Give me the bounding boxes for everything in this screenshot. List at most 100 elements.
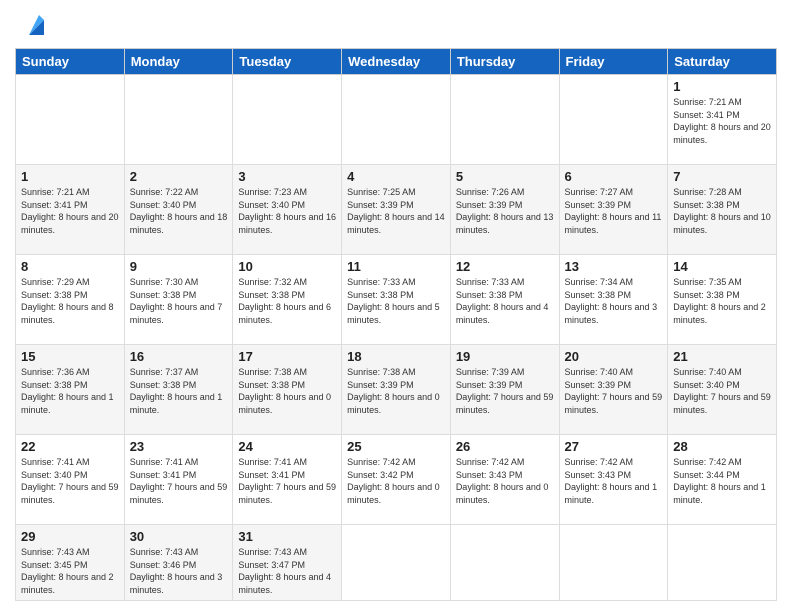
day-info: Sunrise: 7:22 AMSunset: 3:40 PMDaylight:… [130, 186, 228, 236]
day-number: 28 [673, 439, 771, 454]
calendar-header-monday: Monday [124, 49, 233, 75]
calendar-day-24: 24 Sunrise: 7:41 AMSunset: 3:41 PMDayligh… [233, 435, 342, 525]
day-number: 27 [565, 439, 663, 454]
calendar-day-7: 7Sunrise: 7:28 AMSunset: 3:38 PMDaylight… [668, 165, 777, 255]
calendar-day-4: 4 Sunrise: 7:25 AMSunset: 3:39 PMDaylight… [342, 165, 451, 255]
day-number: 24 [238, 439, 336, 454]
calendar-header-row: SundayMondayTuesdayWednesdayThursdayFrid… [16, 49, 777, 75]
day-info: Sunrise: 7:38 AMSunset: 3:39 PMDaylight:… [347, 366, 445, 416]
calendar-day-5: 5 Sunrise: 7:26 AMSunset: 3:39 PMDaylight… [450, 165, 559, 255]
day-info: Sunrise: 7:40 AMSunset: 3:40 PMDaylight:… [673, 366, 771, 416]
calendar-day-10: 10 Sunrise: 7:32 AMSunset: 3:38 PMDayligh… [233, 255, 342, 345]
day-info: Sunrise: 7:35 AMSunset: 3:38 PMDaylight:… [673, 276, 771, 326]
day-info: Sunrise: 7:41 AMSunset: 3:41 PMDaylight:… [238, 456, 336, 506]
calendar-table: SundayMondayTuesdayWednesdayThursdayFrid… [15, 48, 777, 601]
day-number: 8 [21, 259, 119, 274]
day-info: Sunrise: 7:39 AMSunset: 3:39 PMDaylight:… [456, 366, 554, 416]
calendar-day-6: 6 Sunrise: 7:27 AMSunset: 3:39 PMDaylight… [559, 165, 668, 255]
day-info: Sunrise: 7:42 AMSunset: 3:43 PMDaylight:… [456, 456, 554, 506]
day-number: 30 [130, 529, 228, 544]
day-number: 14 [673, 259, 771, 274]
calendar-day-19: 19 Sunrise: 7:39 AMSunset: 3:39 PMDayligh… [450, 345, 559, 435]
calendar-day-30: 30 Sunrise: 7:43 AMSunset: 3:46 PMDayligh… [124, 525, 233, 601]
day-number: 11 [347, 259, 445, 274]
calendar-header-wednesday: Wednesday [342, 49, 451, 75]
calendar-day-28: 28 Sunrise: 7:42 AMSunset: 3:44 PMDayligh… [668, 435, 777, 525]
day-info: Sunrise: 7:42 AMSunset: 3:42 PMDaylight:… [347, 456, 445, 506]
day-info: Sunrise: 7:33 AMSunset: 3:38 PMDaylight:… [456, 276, 554, 326]
calendar-week-5: 29Sunrise: 7:43 AMSunset: 3:45 PMDayligh… [16, 525, 777, 601]
calendar-header-thursday: Thursday [450, 49, 559, 75]
calendar-day-9: 9 Sunrise: 7:30 AMSunset: 3:38 PMDaylight… [124, 255, 233, 345]
empty-cell [233, 75, 342, 165]
day-number: 3 [238, 169, 336, 184]
calendar-day-15: 15Sunrise: 7:36 AMSunset: 3:38 PMDayligh… [16, 345, 125, 435]
day-number: 26 [456, 439, 554, 454]
day-number: 2 [130, 169, 228, 184]
day-number: 9 [130, 259, 228, 274]
day-number: 21 [673, 349, 771, 364]
calendar-header-tuesday: Tuesday [233, 49, 342, 75]
day-info: Sunrise: 7:38 AMSunset: 3:38 PMDaylight:… [238, 366, 336, 416]
calendar-day-31: 31 Sunrise: 7:43 AMSunset: 3:47 PMDayligh… [233, 525, 342, 601]
day-number: 18 [347, 349, 445, 364]
calendar-day-20: 20 Sunrise: 7:40 AMSunset: 3:39 PMDayligh… [559, 345, 668, 435]
day-number: 4 [347, 169, 445, 184]
day-number: 12 [456, 259, 554, 274]
day-number: 16 [130, 349, 228, 364]
day-info: Sunrise: 7:43 AMSunset: 3:47 PMDaylight:… [238, 546, 336, 596]
day-number: 31 [238, 529, 336, 544]
day-info: Sunrise: 7:23 AMSunset: 3:40 PMDaylight:… [238, 186, 336, 236]
day-number: 1 [21, 169, 119, 184]
calendar-day-11: 11 Sunrise: 7:33 AMSunset: 3:38 PMDayligh… [342, 255, 451, 345]
calendar-day-2: 2 Sunrise: 7:22 AMSunset: 3:40 PMDaylight… [124, 165, 233, 255]
day-info: Sunrise: 7:36 AMSunset: 3:38 PMDaylight:… [21, 366, 119, 416]
day-number: 5 [456, 169, 554, 184]
calendar-day-13: 13Sunrise: 7:34 AMSunset: 3:38 PMDayligh… [559, 255, 668, 345]
calendar-week-2: 8 Sunrise: 7:29 AMSunset: 3:38 PMDaylight… [16, 255, 777, 345]
calendar-day-17: 17 Sunrise: 7:38 AMSunset: 3:38 PMDayligh… [233, 345, 342, 435]
day-number: 1 [673, 79, 771, 94]
day-info: Sunrise: 7:29 AMSunset: 3:38 PMDaylight:… [21, 276, 119, 326]
day-info: Sunrise: 7:43 AMSunset: 3:46 PMDaylight:… [130, 546, 228, 596]
page: SundayMondayTuesdayWednesdayThursdayFrid… [0, 0, 792, 612]
empty-cell [16, 75, 125, 165]
day-info: Sunrise: 7:27 AMSunset: 3:39 PMDaylight:… [565, 186, 663, 236]
day-number: 19 [456, 349, 554, 364]
calendar-day-29: 29Sunrise: 7:43 AMSunset: 3:45 PMDayligh… [16, 525, 125, 601]
day-info: Sunrise: 7:21 AMSunset: 3:41 PMDaylight:… [21, 186, 119, 236]
calendar-week-3: 15Sunrise: 7:36 AMSunset: 3:38 PMDayligh… [16, 345, 777, 435]
day-info: Sunrise: 7:32 AMSunset: 3:38 PMDaylight:… [238, 276, 336, 326]
day-info: Sunrise: 7:43 AMSunset: 3:45 PMDaylight:… [21, 546, 119, 596]
logo [15, 10, 49, 40]
day-info: Sunrise: 7:42 AMSunset: 3:44 PMDaylight:… [673, 456, 771, 506]
day-number: 20 [565, 349, 663, 364]
header [15, 10, 777, 40]
calendar-day-1: 1 Sunrise: 7:21 AMSunset: 3:41 PMDaylight… [16, 165, 125, 255]
day-info: Sunrise: 7:25 AMSunset: 3:39 PMDaylight:… [347, 186, 445, 236]
day-info: Sunrise: 7:26 AMSunset: 3:39 PMDaylight:… [456, 186, 554, 236]
day-number: 17 [238, 349, 336, 364]
day-info: Sunrise: 7:41 AMSunset: 3:41 PMDaylight:… [130, 456, 228, 506]
day-info: Sunrise: 7:40 AMSunset: 3:39 PMDaylight:… [565, 366, 663, 416]
calendar-header-friday: Friday [559, 49, 668, 75]
day-info: Sunrise: 7:37 AMSunset: 3:38 PMDaylight:… [130, 366, 228, 416]
day-info: Sunrise: 7:30 AMSunset: 3:38 PMDaylight:… [130, 276, 228, 326]
day-number: 6 [565, 169, 663, 184]
day-number: 10 [238, 259, 336, 274]
day-info: Sunrise: 7:41 AMSunset: 3:40 PMDaylight:… [21, 456, 119, 506]
calendar-week-1: 1 Sunrise: 7:21 AMSunset: 3:41 PMDaylight… [16, 165, 777, 255]
calendar-day-8: 8 Sunrise: 7:29 AMSunset: 3:38 PMDaylight… [16, 255, 125, 345]
calendar-header-sunday: Sunday [16, 49, 125, 75]
day-info: Sunrise: 7:33 AMSunset: 3:38 PMDaylight:… [347, 276, 445, 326]
calendar-header-saturday: Saturday [668, 49, 777, 75]
calendar-day-21: 21 Sunrise: 7:40 AMSunset: 3:40 PMDayligh… [668, 345, 777, 435]
day-info: Sunrise: 7:34 AMSunset: 3:38 PMDaylight:… [565, 276, 663, 326]
empty-cell [559, 525, 668, 601]
calendar-day-18: 18 Sunrise: 7:38 AMSunset: 3:39 PMDayligh… [342, 345, 451, 435]
empty-cell [450, 75, 559, 165]
day-info: Sunrise: 7:28 AMSunset: 3:38 PMDaylight:… [673, 186, 771, 236]
calendar-day-22: 22Sunrise: 7:41 AMSunset: 3:40 PMDayligh… [16, 435, 125, 525]
day-info: Sunrise: 7:42 AMSunset: 3:43 PMDaylight:… [565, 456, 663, 506]
calendar-week-4: 22Sunrise: 7:41 AMSunset: 3:40 PMDayligh… [16, 435, 777, 525]
